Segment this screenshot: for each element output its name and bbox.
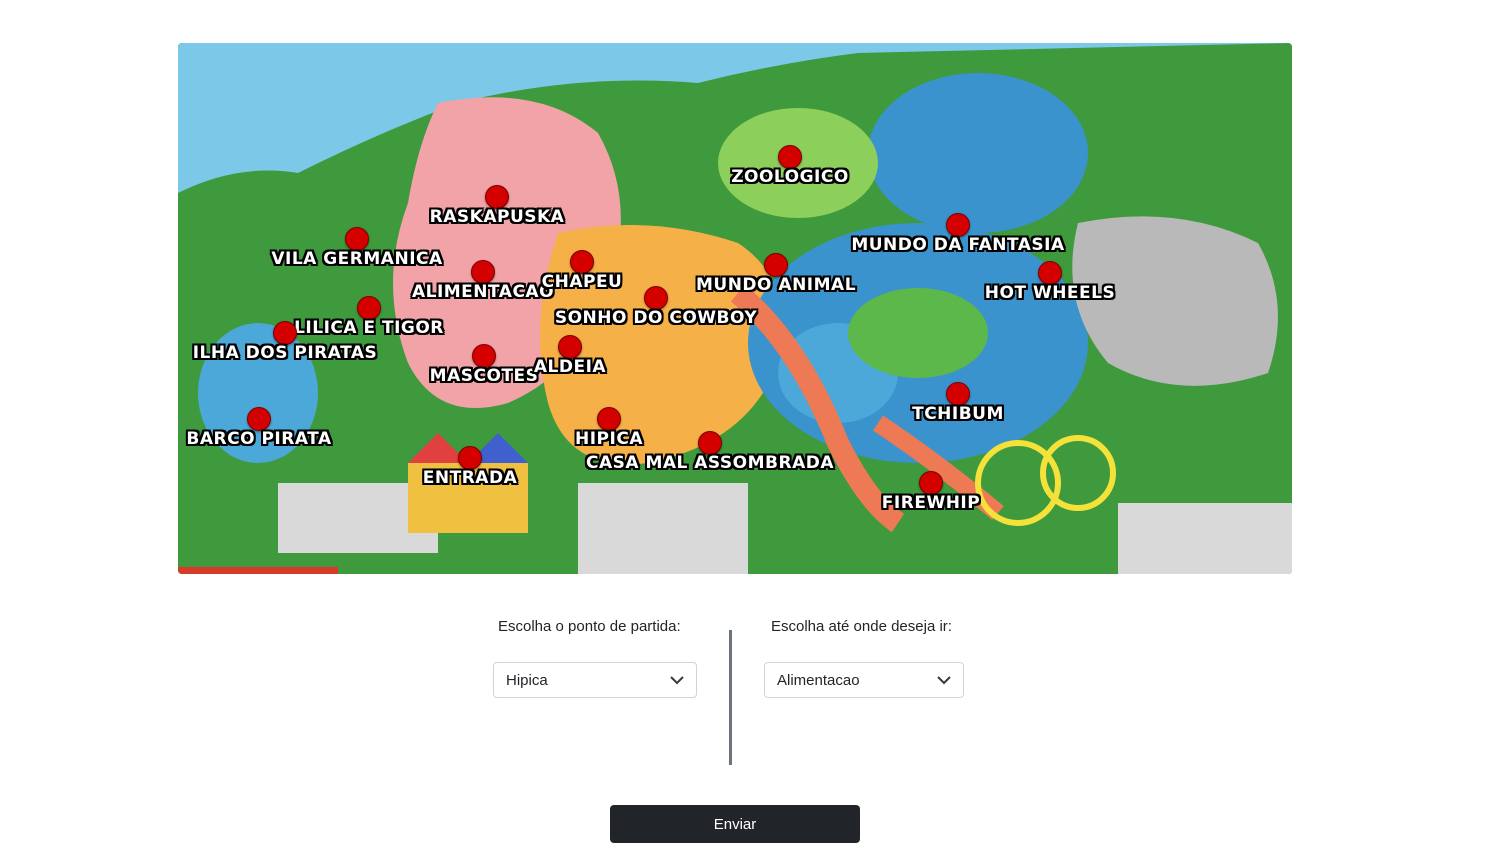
- map-label-entrada: Entrada: [422, 468, 518, 488]
- map-marker-hot-wheels[interactable]: [1038, 261, 1062, 285]
- map-marker-entrada[interactable]: [458, 446, 482, 470]
- map-marker-sonho-do-cowboy[interactable]: [644, 286, 668, 310]
- origin-select-value: Hipica: [506, 672, 548, 689]
- destination-select[interactable]: Alimentacao: [764, 662, 964, 698]
- map-marker-hipica[interactable]: [597, 407, 621, 431]
- map-label-firewhip: Firewhip: [881, 493, 981, 513]
- map-marker-firewhip[interactable]: [919, 471, 943, 495]
- destination-select-value: Alimentacao: [777, 672, 860, 689]
- map-label-aldeia: Aldeia: [533, 357, 607, 377]
- map-label-zoologico: Zoologico: [731, 167, 849, 187]
- map-marker-lilica-e-tigor[interactable]: [357, 296, 381, 320]
- origin-label: Escolha o ponto de partida:: [498, 618, 681, 635]
- map-label-vila-germanica: Vila Germanica: [271, 249, 443, 269]
- map-marker-mundo-da-fantasia[interactable]: [946, 213, 970, 237]
- map-label-lilica-e-tigor: Lilica e Tigor: [294, 318, 444, 338]
- submit-button[interactable]: Enviar: [610, 805, 860, 843]
- chevron-down-icon: [937, 676, 951, 685]
- map-label-chapeu: Chapeu: [541, 272, 623, 292]
- map-marker-mascotes[interactable]: [472, 344, 496, 368]
- chevron-down-icon: [670, 676, 684, 685]
- map-label-hipica: Hipica: [575, 429, 643, 449]
- map-label-alimentacao: Alimentacao: [411, 282, 555, 302]
- map-marker-ilha-dos-piratas[interactable]: [273, 321, 297, 345]
- map-marker-vila-germanica[interactable]: [345, 227, 369, 251]
- origin-select[interactable]: Hipica: [493, 662, 697, 698]
- map-label-casa-mal-assombrada: Casa Mal Assombrada: [586, 453, 834, 473]
- map-marker-aldeia[interactable]: [558, 335, 582, 359]
- destination-label: Escolha até onde deseja ir:: [771, 618, 952, 635]
- form-divider: [729, 630, 732, 765]
- map-marker-zoologico[interactable]: [778, 145, 802, 169]
- map-label-tchibum: Tchibum: [912, 404, 1004, 424]
- map-marker-mundo-animal[interactable]: [764, 253, 788, 277]
- map-marker-barco-pirata[interactable]: [247, 407, 271, 431]
- map-label-ilha-dos-piratas: Ilha dos Piratas: [192, 343, 378, 363]
- map-marker-tchibum[interactable]: [946, 382, 970, 406]
- map-label-sonho-do-cowboy: Sonho do Cowboy: [554, 308, 758, 328]
- map-marker-casa-mal-assombrada[interactable]: [698, 431, 722, 455]
- map-marker-raskapuska[interactable]: [485, 185, 509, 209]
- map-label-hot-wheels: Hot Wheels: [984, 283, 1116, 303]
- map-label-raskapuska: Raskapuska: [429, 207, 565, 227]
- map-label-barco-pirata: Barco Pirata: [186, 429, 332, 449]
- map-label-mundo-da-fantasia: Mundo da Fantasia: [851, 235, 1065, 255]
- map-marker-alimentacao[interactable]: [471, 260, 495, 284]
- map-label-mascotes: Mascotes: [429, 366, 539, 386]
- map-label-mundo-animal: Mundo Animal: [695, 275, 857, 295]
- map-marker-chapeu[interactable]: [570, 250, 594, 274]
